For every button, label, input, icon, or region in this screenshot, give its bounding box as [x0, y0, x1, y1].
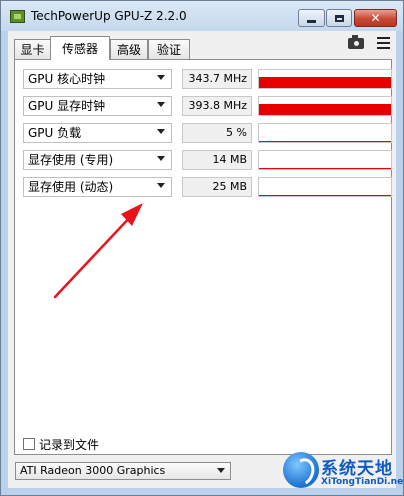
tab-label: 验证	[156, 43, 181, 57]
tab-sensors[interactable]: 传感器	[50, 36, 110, 60]
minimize-button[interactable]	[298, 9, 325, 27]
gpuz-app-icon	[10, 10, 25, 23]
sensor-row-memory-dynamic: 显存使用 (动态) 25 MB	[23, 177, 392, 197]
sensor-value: 343.7 MHz	[182, 69, 252, 89]
dropdown-arrow-icon	[217, 468, 225, 473]
tab-validation[interactable]: 验证	[148, 39, 190, 59]
sensor-value: 393.8 MHz	[182, 96, 252, 116]
graph-fill	[259, 195, 391, 196]
tab-advanced[interactable]: 高级	[110, 39, 148, 59]
sensor-dropdown[interactable]: GPU 负载	[23, 123, 172, 143]
sensor-graph	[258, 177, 392, 197]
sensor-row-memory-dedicated: 显存使用 (专用) 14 MB	[23, 150, 392, 170]
sensor-graph	[258, 96, 392, 116]
close-icon: ✕	[370, 11, 381, 25]
tab-label: 高级	[116, 43, 141, 57]
sensor-dropdown[interactable]: 显存使用 (专用)	[23, 150, 172, 170]
sensor-dropdown[interactable]: GPU 显存时钟	[23, 96, 172, 116]
window-title: TechPowerUp GPU-Z 2.2.0	[31, 9, 187, 23]
watermark-title: 系统天地	[321, 459, 393, 479]
sensor-graph	[258, 150, 392, 170]
minimize-icon	[307, 19, 316, 23]
watermark-logo-icon	[283, 452, 319, 488]
sensor-label: GPU 负载	[28, 126, 82, 140]
sensor-label: GPU 核心时钟	[28, 72, 106, 86]
sensor-row-gpu-load: GPU 负载 5 %	[23, 123, 392, 143]
sensor-label: GPU 显存时钟	[28, 99, 106, 113]
graph-fill	[259, 104, 391, 115]
tab-graphics-card[interactable]: 显卡	[14, 39, 51, 59]
title-bar[interactable]: TechPowerUp GPU-Z 2.2.0 ✕	[1, 1, 403, 31]
gpu-select-value: ATI Radeon 3000 Graphics	[20, 464, 166, 477]
dropdown-arrow-icon	[157, 183, 165, 188]
sensor-row-memory-clock: GPU 显存时钟 393.8 MHz	[23, 96, 392, 116]
graph-fill	[259, 168, 391, 169]
maximize-button[interactable]	[326, 9, 352, 27]
sensor-graph	[258, 123, 392, 143]
gpu-select-dropdown[interactable]: ATI Radeon 3000 Graphics	[15, 462, 231, 480]
sensor-label: 显存使用 (动态)	[28, 180, 114, 194]
dropdown-arrow-icon	[157, 156, 165, 161]
dropdown-arrow-icon	[157, 75, 165, 80]
sensors-panel: GPU 核心时钟 343.7 MHz GPU 显存时钟 393.8 MHz GP…	[14, 59, 392, 455]
sensor-value: 14 MB	[182, 150, 252, 170]
sensor-value: 25 MB	[182, 177, 252, 197]
log-to-file-label: 记录到文件	[39, 437, 100, 452]
graph-fill	[259, 77, 391, 88]
watermark-subtitle: XiTongTianDi.net	[321, 477, 404, 487]
sensor-row-core-clock: GPU 核心时钟 343.7 MHz	[23, 69, 392, 89]
tab-label: 显卡	[20, 43, 45, 57]
log-to-file-option[interactable]: 记录到文件	[23, 437, 100, 452]
sensor-label: 显存使用 (专用)	[28, 153, 114, 167]
dropdown-arrow-icon	[157, 129, 165, 134]
sensor-value: 5 %	[182, 123, 252, 143]
log-to-file-checkbox[interactable]	[23, 438, 35, 450]
close-button[interactable]: ✕	[354, 9, 397, 27]
sensor-graph	[258, 69, 392, 89]
client-area: 显卡 传感器 高级 验证 GPU 核心时钟 343.7 MHz GPU 显存时钟…	[8, 31, 396, 488]
maximize-icon	[334, 14, 344, 22]
watermark: 系统天地 XiTongTianDi.net	[279, 450, 404, 494]
window-frame: TechPowerUp GPU-Z 2.2.0 ✕ 显卡 传感器 高级 验证 G…	[0, 0, 404, 496]
sensor-dropdown[interactable]: GPU 核心时钟	[23, 69, 172, 89]
hamburger-menu-icon[interactable]	[377, 37, 390, 49]
graph-fill	[259, 141, 391, 142]
camera-icon[interactable]	[348, 35, 364, 49]
sensor-dropdown[interactable]: 显存使用 (动态)	[23, 177, 172, 197]
tab-label: 传感器	[61, 42, 98, 56]
dropdown-arrow-icon	[157, 102, 165, 107]
